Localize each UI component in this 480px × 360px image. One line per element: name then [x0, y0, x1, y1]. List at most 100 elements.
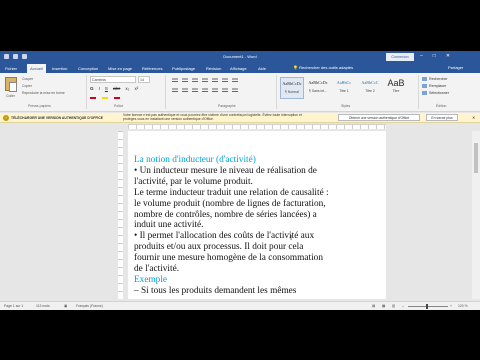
tab-fichier[interactable]: Fichier	[5, 65, 17, 73]
style-sample: AaBbCcDc	[282, 81, 302, 86]
status-bar: Page 1 sur 1 113 mots ▣ Français (France…	[0, 301, 480, 310]
tell-me-search[interactable]: 💡 Rechercher des outils adaptés	[293, 65, 353, 70]
font-name-input[interactable]: Cambria	[90, 76, 136, 83]
read-mode-icon[interactable]: ▤	[372, 304, 375, 308]
replace-label: Remplacer	[429, 84, 447, 88]
tab-accueil[interactable]: Accueil	[27, 64, 46, 73]
zoom-slider-thumb[interactable]	[426, 304, 428, 309]
font-color-buttons	[90, 94, 120, 99]
body-line: de l'activité.	[134, 264, 180, 275]
shading-icon[interactable]	[222, 88, 228, 93]
proofing-icon[interactable]: ▣	[64, 304, 67, 308]
window-controls: – □ ✕	[420, 53, 450, 59]
license-notification-bar: ! TÉLÉCHARGER UNE VERSION AUTHENTIQUE D'…	[0, 113, 480, 123]
close-button[interactable]: ✕	[446, 53, 450, 59]
style-no-spacing[interactable]: AaBbCcDc ¶ Sans int...	[306, 77, 330, 99]
paste-button-label[interactable]: Coller	[6, 94, 15, 98]
text-effects-icon[interactable]	[90, 94, 96, 99]
alignment-buttons	[172, 88, 238, 93]
body-line: le volume produit (nombre de lignes de f…	[134, 198, 326, 209]
superscript-button[interactable]: x²	[134, 86, 138, 91]
maximize-button[interactable]: □	[433, 53, 436, 59]
paste-icon[interactable]	[5, 77, 17, 92]
font-size-input[interactable]: 14	[138, 76, 150, 83]
style-title[interactable]: AaB Titre	[384, 77, 408, 99]
ribbon-tabs: Fichier Accueil Insertion Conception Mis…	[0, 63, 480, 73]
multilevel-list-icon[interactable]	[192, 78, 198, 83]
strikethrough-button[interactable]: abc	[113, 86, 120, 91]
ribbon-divider	[165, 75, 166, 109]
document-page[interactable]: La notion d'inducteur (d'activité) • Un …	[128, 131, 386, 299]
zoom-slider[interactable]	[408, 306, 448, 307]
select-label: Sélectionner	[429, 91, 449, 95]
tab-references[interactable]: Références	[142, 65, 162, 73]
select-button[interactable]: Sélectionner	[422, 91, 449, 96]
highlight-color-icon[interactable]	[102, 94, 108, 99]
cut-button[interactable]: Couper	[22, 77, 33, 81]
zoom-in-icon[interactable]: +	[450, 304, 452, 308]
borders-icon[interactable]	[232, 88, 238, 93]
style-heading-1[interactable]: AaBbCc Titre 1	[332, 77, 356, 99]
style-name: Titre	[392, 89, 400, 93]
minimize-button[interactable]: –	[420, 53, 423, 59]
style-sample: AaBbCc	[336, 80, 352, 85]
tab-publipostage[interactable]: Publipostage	[172, 65, 195, 73]
document-body[interactable]: La notion d'inducteur (d'activité) • Un …	[134, 155, 380, 297]
show-marks-icon[interactable]	[232, 78, 238, 83]
vertical-ruler[interactable]	[118, 131, 123, 299]
body-line: • Un inducteur mesure le niveau de réali…	[134, 165, 317, 176]
line-spacing-icon[interactable]	[212, 88, 218, 93]
page-count[interactable]: Page 1 sur 1	[4, 304, 23, 308]
body-line: Le terme inducteur traduit une relation …	[134, 187, 329, 198]
increase-indent-icon[interactable]	[212, 78, 218, 83]
tab-affichage[interactable]: Affichage	[230, 65, 247, 73]
replace-button[interactable]: Remplacer	[422, 84, 447, 89]
subscript-button[interactable]: x₂	[125, 86, 129, 91]
tab-conception[interactable]: Conception	[78, 65, 98, 73]
style-heading-2[interactable]: AaBbCcC Titre 2	[358, 77, 382, 99]
align-right-icon[interactable]	[192, 88, 198, 93]
sort-icon[interactable]	[222, 78, 228, 83]
body-line: induit une activité.	[134, 220, 204, 231]
font-format-buttons: G I S abc x₂ x²	[90, 86, 138, 91]
share-button[interactable]: Partager	[448, 65, 463, 70]
style-normal[interactable]: AaBbCcDc ¶ Normal	[280, 77, 304, 99]
sign-in-button[interactable]: Connexion	[386, 53, 414, 61]
web-layout-icon[interactable]: ▥	[392, 304, 395, 308]
close-icon[interactable]: ✕	[472, 115, 475, 120]
notification-title: TÉLÉCHARGER UNE VERSION AUTHENTIQUE D'OF…	[11, 116, 104, 120]
find-button[interactable]: Rechercher	[422, 77, 448, 82]
align-center-icon[interactable]	[182, 88, 188, 93]
scrollbar-thumb[interactable]	[474, 143, 478, 173]
word-count[interactable]: 113 mots	[36, 304, 50, 308]
tab-revision[interactable]: Révision	[206, 65, 221, 73]
decrease-indent-icon[interactable]	[202, 78, 208, 83]
tell-me-label: Rechercher des outils adaptés	[299, 65, 354, 70]
list-buttons	[172, 78, 238, 83]
underline-button[interactable]: S	[105, 86, 108, 91]
print-layout-icon[interactable]: ▦	[382, 304, 385, 308]
font-color-icon[interactable]	[114, 94, 120, 99]
align-left-icon[interactable]	[172, 88, 178, 93]
bold-button[interactable]: G	[90, 86, 94, 91]
ribbon-divider	[276, 75, 277, 109]
bullets-icon[interactable]	[172, 78, 178, 83]
format-painter-button[interactable]: Reproduire la mise en forme	[22, 91, 65, 95]
vertical-scrollbar[interactable]	[472, 131, 480, 299]
language-indicator[interactable]: Français (France)	[76, 304, 103, 308]
lightbulb-icon: 💡	[293, 65, 298, 70]
justify-icon[interactable]	[202, 88, 208, 93]
zoom-level[interactable]: 120 %	[458, 304, 468, 308]
get-genuine-office-button[interactable]: Obtenir une version authentique d'Office	[338, 114, 420, 121]
copy-button[interactable]: Copier	[22, 84, 32, 88]
horizontal-ruler[interactable]	[0, 123, 480, 130]
body-line: – Si tous les produits demandent les mêm…	[134, 285, 297, 296]
tab-aide[interactable]: Aide	[258, 65, 266, 73]
tab-insertion[interactable]: Insertion	[52, 65, 67, 73]
italic-button[interactable]: I	[99, 86, 100, 91]
learn-more-button[interactable]: En savoir plus	[426, 114, 458, 121]
numbering-icon[interactable]	[182, 78, 188, 83]
zoom-out-icon[interactable]: –	[402, 304, 404, 308]
tab-mise-en-page[interactable]: Mise en page	[108, 65, 132, 73]
text-cursor-icon: I	[290, 234, 293, 242]
